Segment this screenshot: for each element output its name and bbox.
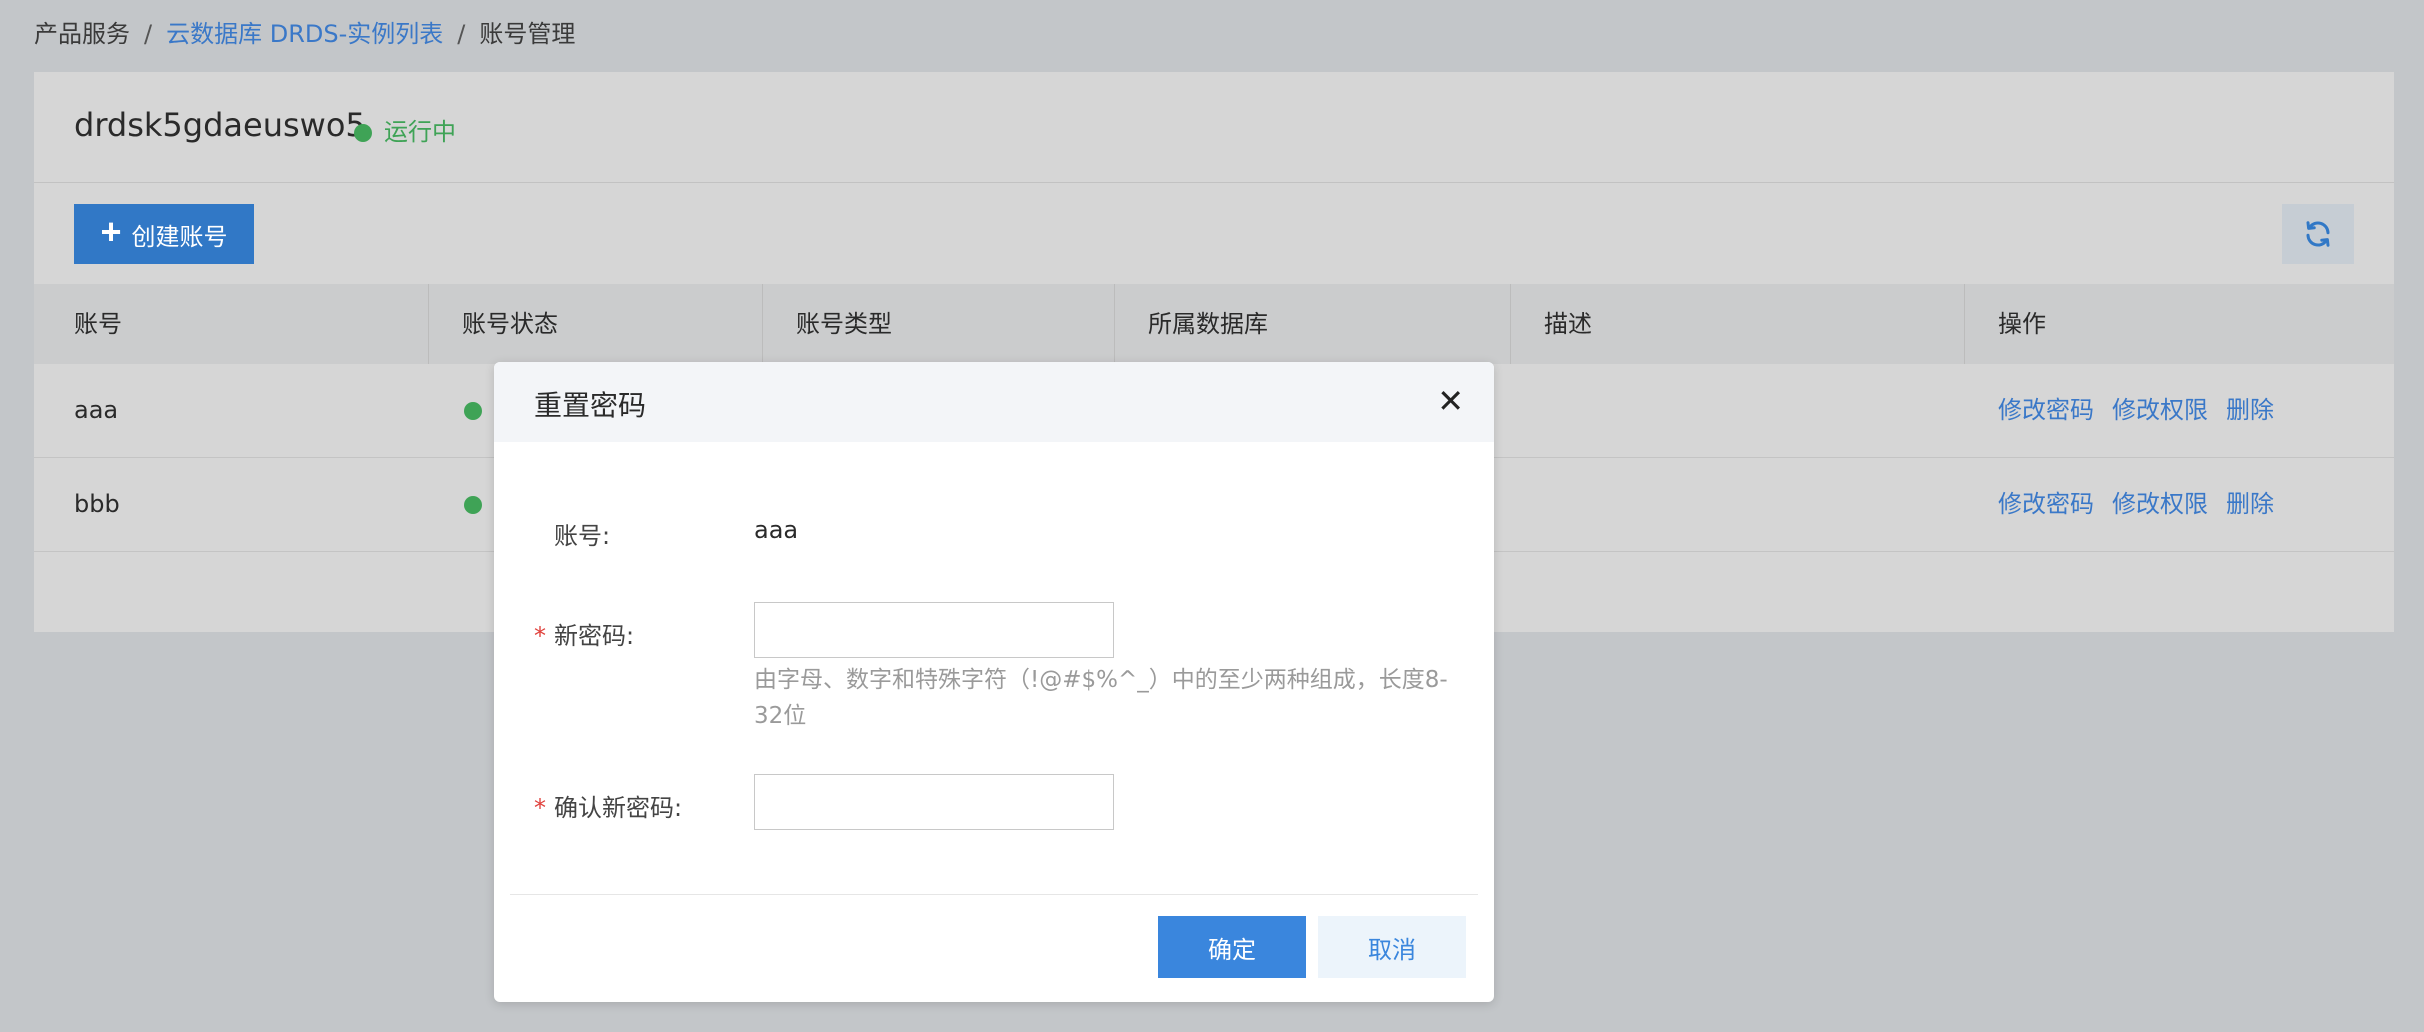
- close-icon[interactable]: ✕: [1437, 382, 1464, 420]
- column-divider: [1510, 284, 1511, 364]
- column-divider: [1114, 284, 1115, 364]
- new-password-label: * 新密码:: [534, 616, 634, 651]
- confirm-button[interactable]: 确定: [1158, 916, 1306, 978]
- change-password-link[interactable]: 修改密码: [1998, 396, 2094, 424]
- confirm-password-label-text: 确认新密码:: [554, 794, 683, 822]
- panel-header: drdsk5gdaeuswo5 运行中: [34, 72, 2394, 183]
- account-label: 账号:: [554, 522, 611, 550]
- column-header-account: 账号: [74, 310, 122, 338]
- breadcrumb: 产品服务 / 云数据库 DRDS-实例列表 / 账号管理: [34, 14, 575, 49]
- column-header-type: 账号类型: [796, 310, 892, 338]
- confirm-password-label: * 确认新密码:: [534, 788, 682, 823]
- actions-cell: 修改密码 修改权限 删除: [1998, 364, 2292, 457]
- instance-status-text: 运行中: [384, 118, 456, 146]
- new-password-input[interactable]: [754, 602, 1114, 658]
- account-status-cell: [464, 458, 482, 551]
- column-divider: [428, 284, 429, 364]
- account-cell: aaa: [74, 396, 119, 424]
- account-cell: bbb: [74, 490, 120, 518]
- column-header-actions: 操作: [1998, 310, 2046, 338]
- plus-icon: +: [100, 211, 122, 252]
- breadcrumb-products[interactable]: 产品服务: [34, 20, 130, 48]
- column-divider: [762, 284, 763, 364]
- change-password-link[interactable]: 修改密码: [1998, 490, 2094, 518]
- delete-link[interactable]: 删除: [2226, 396, 2274, 424]
- column-header-database: 所属数据库: [1148, 310, 1268, 338]
- actions-cell: 修改密码 修改权限 删除: [1998, 458, 2292, 551]
- new-password-hint: 由字母、数字和特殊字符（!@#$%^_）中的至少两种组成，长度8-32位: [754, 667, 1448, 729]
- breadcrumb-separator: /: [457, 20, 466, 48]
- dialog-title: 重置密码: [534, 389, 647, 422]
- reset-password-dialog: 重置密码 ✕ 账号: aaa * 新密码: 由字母、数字和特殊字符（!@#$%^_…: [494, 362, 1494, 1002]
- account-value: aaa: [754, 516, 799, 544]
- required-mark: *: [534, 794, 546, 822]
- column-divider: [1964, 284, 1965, 364]
- instance-name: drdsk5gdaeuswo5: [74, 106, 366, 144]
- refresh-button[interactable]: [2282, 204, 2354, 264]
- account-status-cell: [464, 364, 482, 457]
- dialog-header: 重置密码 ✕: [494, 362, 1494, 442]
- status-dot-icon: [354, 124, 372, 142]
- cancel-button[interactable]: 取消: [1318, 916, 1466, 978]
- status-dot-icon: [464, 496, 482, 514]
- column-header-description: 描述: [1544, 310, 1592, 338]
- create-account-label: 创建账号: [131, 223, 228, 251]
- refresh-icon: [2306, 221, 2330, 247]
- new-password-label-text: 新密码:: [554, 622, 635, 650]
- dialog-divider: [510, 894, 1478, 895]
- column-header-status: 账号状态: [462, 310, 558, 338]
- table-header: 账号 账号状态 账号类型 所属数据库 描述 操作: [34, 284, 2394, 364]
- create-account-button[interactable]: + 创建账号: [74, 204, 254, 264]
- change-permissions-link[interactable]: 修改权限: [2112, 490, 2208, 518]
- breadcrumb-account-management: 账号管理: [479, 20, 576, 48]
- breadcrumb-separator: /: [144, 20, 153, 48]
- breadcrumb-instance-list[interactable]: 云数据库 DRDS-实例列表: [166, 20, 443, 48]
- delete-link[interactable]: 删除: [2226, 490, 2274, 518]
- instance-status: 运行中: [354, 112, 456, 147]
- change-permissions-link[interactable]: 修改权限: [2112, 396, 2208, 424]
- required-mark: *: [534, 622, 546, 650]
- confirm-password-input[interactable]: [754, 774, 1114, 830]
- status-dot-icon: [464, 402, 482, 420]
